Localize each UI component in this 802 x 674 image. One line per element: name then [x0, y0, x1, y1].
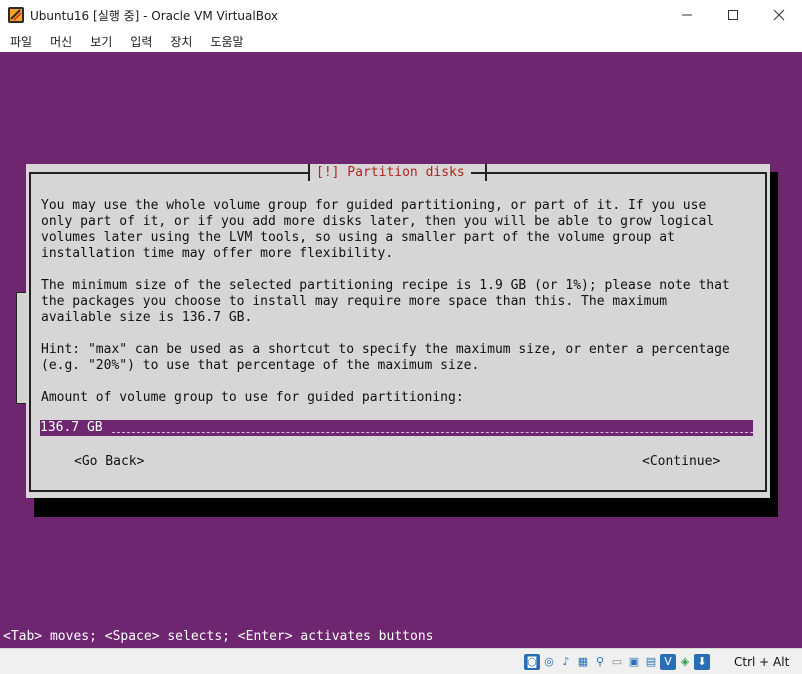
dialog-paragraph-hint: Hint: "max" can be used as a shortcut to…: [41, 342, 730, 373]
audio-icon[interactable]: ♪: [558, 654, 574, 670]
go-back-button[interactable]: <Go Back>: [74, 454, 144, 470]
cpu-icon[interactable]: V: [660, 654, 676, 670]
usb-icon[interactable]: ⚲: [592, 654, 608, 670]
input-underline: [112, 432, 753, 433]
dialog-title-box: [!] Partition disks: [310, 164, 471, 181]
maximize-icon: [728, 10, 738, 20]
volume-size-value: 136.7 GB: [40, 420, 103, 435]
status-bar: ◙ ◎ ♪ ▦ ⚲ ▭ ▣ ▤ V ◈ ⬇ Ctrl + Alt: [0, 648, 802, 674]
optical-drive-icon[interactable]: ◎: [541, 654, 557, 670]
menu-devices[interactable]: 장치: [170, 33, 192, 50]
status-icons: ◙ ◎ ♪ ▦ ⚲ ▭ ▣ ▤ V ◈ ⬇: [524, 654, 710, 670]
menu-machine[interactable]: 머신: [50, 33, 72, 50]
maximize-button[interactable]: [710, 0, 756, 30]
partition-disks-dialog: [!] Partition disks You may use the whol…: [26, 164, 770, 498]
menu-view[interactable]: 보기: [90, 33, 112, 50]
menu-bar: 파일 머신 보기 입력 장치 도움말: [0, 30, 802, 52]
menu-file[interactable]: 파일: [10, 33, 32, 50]
display-icon[interactable]: ▣: [626, 654, 642, 670]
host-key-label: Ctrl + Alt: [734, 655, 790, 669]
volume-size-input[interactable]: 136.7 GB: [40, 420, 753, 436]
input-prompt: Amount of volume group to use for guided…: [41, 390, 464, 405]
vm-display[interactable]: [!] Partition disks You may use the whol…: [0, 52, 802, 648]
window-title: Ubuntu16 [실행 중] - Oracle VM VirtualBox: [30, 9, 279, 23]
dialog-paragraph-size: The minimum size of the selected partiti…: [41, 278, 730, 325]
close-button[interactable]: [756, 0, 802, 30]
video-capture-icon[interactable]: ▤: [643, 654, 659, 670]
network-icon[interactable]: ▦: [575, 654, 591, 670]
continue-button[interactable]: <Continue>: [642, 454, 720, 470]
virtualbox-logo-icon: [8, 7, 24, 23]
menu-help[interactable]: 도움말: [210, 33, 243, 50]
dialog-title: [!] Partition disks: [316, 164, 465, 180]
mouse-integration-icon[interactable]: ◈: [677, 654, 693, 670]
shared-folder-icon[interactable]: ▭: [609, 654, 625, 670]
window-title-bar[interactable]: Ubuntu16 [실행 중] - Oracle VM VirtualBox: [0, 0, 802, 30]
hard-disk-icon[interactable]: ◙: [524, 654, 540, 670]
keyboard-icon[interactable]: ⬇: [694, 654, 710, 670]
close-icon: [773, 9, 785, 21]
title-right-edge: [485, 164, 487, 181]
minimize-button[interactable]: [664, 0, 710, 30]
background-dialog-edge: [16, 292, 26, 404]
minimize-icon: [682, 14, 692, 16]
keyboard-help-line: <Tab> moves; <Space> selects; <Enter> ac…: [3, 629, 434, 644]
dialog-paragraph-lvm: You may use the whole volume group for g…: [41, 198, 715, 261]
menu-input[interactable]: 입력: [130, 33, 152, 50]
